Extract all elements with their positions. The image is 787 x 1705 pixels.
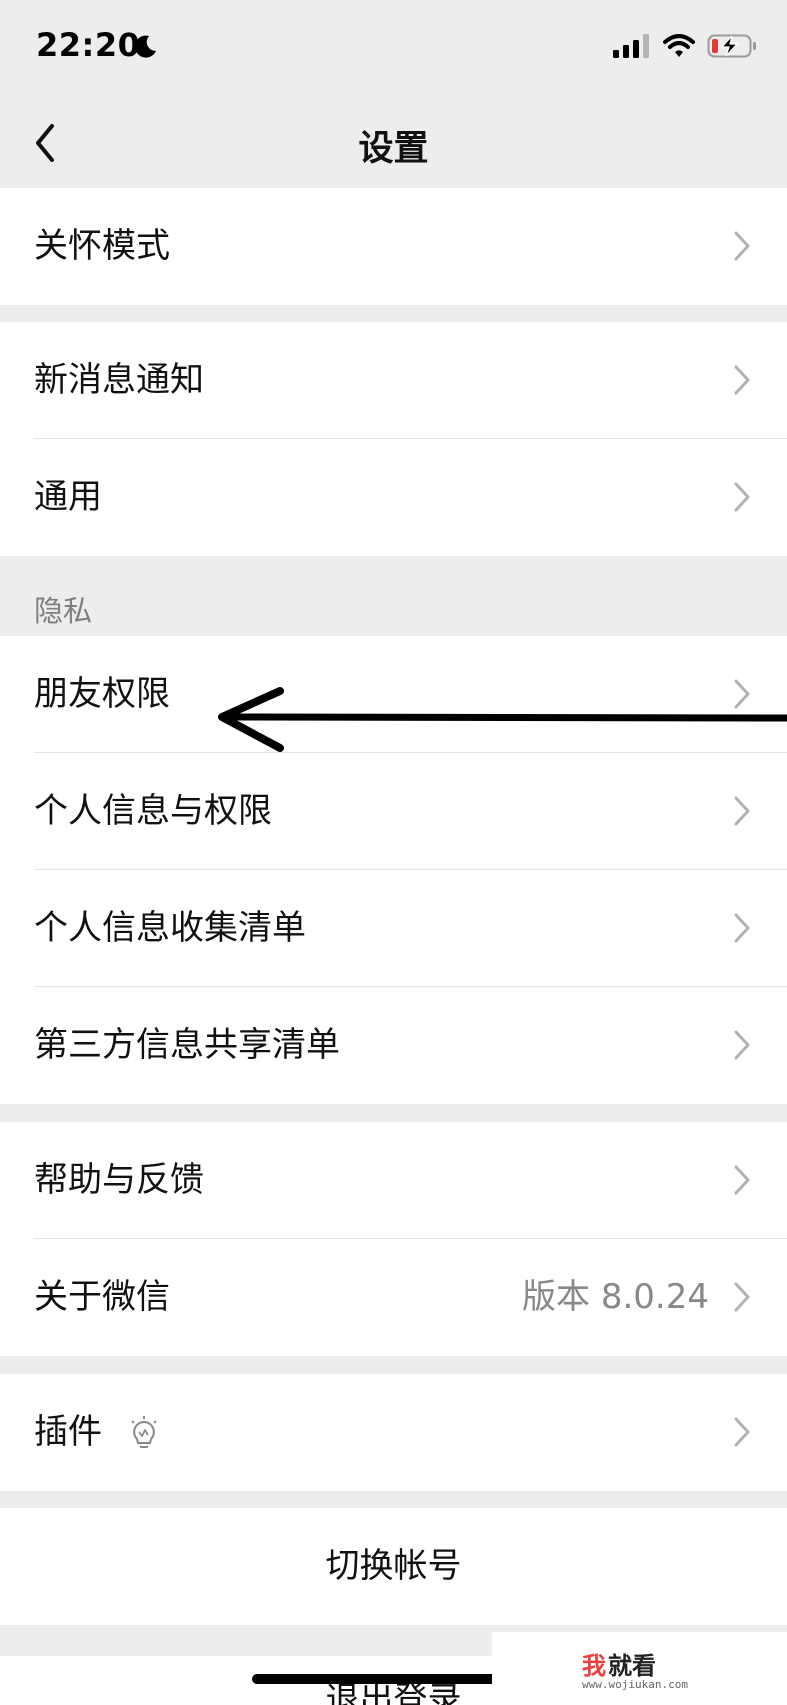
settings-item-label: 个人信息与权限	[34, 791, 272, 831]
settings-group-switch-account: 切换帐号	[0, 1508, 787, 1625]
chevron-right-icon	[734, 231, 750, 261]
settings-group-help: 帮助与反馈 关于微信 版本 8.0.24	[0, 1122, 787, 1356]
status-time: 22:20	[36, 26, 141, 64]
settings-item-new-message-notification[interactable]: 新消息通知	[0, 322, 787, 439]
switch-account-label: 切换帐号	[325, 1546, 462, 1586]
chevron-right-icon	[734, 679, 750, 709]
status-icons	[613, 33, 757, 59]
version-value: 版本 8.0.24	[522, 1277, 709, 1317]
settings-item-plugins[interactable]: 插件	[0, 1374, 787, 1491]
settings-item-label: 关于微信	[34, 1277, 170, 1317]
settings-item-personal-info-permissions[interactable]: 个人信息与权限	[0, 753, 787, 870]
chevron-right-icon	[734, 1030, 750, 1060]
settings-item-label: 帮助与反馈	[34, 1160, 204, 1200]
settings-item-about-wechat[interactable]: 关于微信 版本 8.0.24	[0, 1239, 787, 1356]
chevron-right-icon	[734, 913, 750, 943]
wifi-icon	[663, 34, 695, 57]
page-title: 设置	[358, 129, 429, 169]
chevron-right-icon	[734, 482, 750, 512]
settings-item-personal-info-collection[interactable]: 个人信息收集清单	[0, 870, 787, 987]
moon-icon	[134, 35, 156, 58]
watermark-text-dark: 就看	[608, 1652, 656, 1680]
settings-item-label: 关怀模式	[34, 226, 170, 266]
settings-group-privacy: 朋友权限 个人信息与权限 个人信息收集清单 第三方信息共享清单	[0, 636, 787, 1104]
switch-account-button[interactable]: 切换帐号	[0, 1508, 787, 1625]
settings-group-plugins: 插件	[0, 1374, 787, 1491]
watermark-url: www.wojiukan.com	[582, 1678, 688, 1691]
chevron-right-icon	[734, 796, 750, 826]
settings-item-care-mode[interactable]: 关怀模式	[0, 188, 787, 305]
chevron-right-icon	[734, 365, 750, 395]
settings-group-care: 关怀模式	[0, 188, 787, 305]
chevron-right-icon	[734, 1165, 750, 1195]
chevron-right-icon	[734, 1417, 750, 1447]
lightbulb-icon	[131, 1416, 157, 1448]
settings-item-friend-permissions[interactable]: 朋友权限	[0, 636, 787, 753]
settings-item-general[interactable]: 通用	[0, 439, 787, 556]
watermark: 我 就看 www.wojiukan.com	[492, 1632, 787, 1705]
signal-icon	[613, 34, 649, 58]
chevron-right-icon	[734, 1282, 750, 1312]
settings-item-label: 插件	[34, 1412, 102, 1452]
settings-item-label: 新消息通知	[34, 360, 204, 400]
watermark-text-red: 我	[582, 1652, 606, 1680]
settings-item-help-feedback[interactable]: 帮助与反馈	[0, 1122, 787, 1239]
settings-item-third-party-sharing[interactable]: 第三方信息共享清单	[0, 987, 787, 1104]
settings-item-label: 通用	[34, 477, 102, 517]
section-label-privacy: 隐私	[34, 594, 93, 628]
battery-charging-icon	[707, 34, 756, 58]
settings-item-label: 第三方信息共享清单	[34, 1025, 340, 1065]
settings-item-label: 个人信息收集清单	[34, 908, 306, 948]
settings-group-general: 新消息通知 通用	[0, 322, 787, 556]
settings-item-label: 朋友权限	[34, 674, 170, 714]
status-bar: 22:20	[0, 0, 787, 100]
nav-bar: 设置	[0, 100, 787, 188]
